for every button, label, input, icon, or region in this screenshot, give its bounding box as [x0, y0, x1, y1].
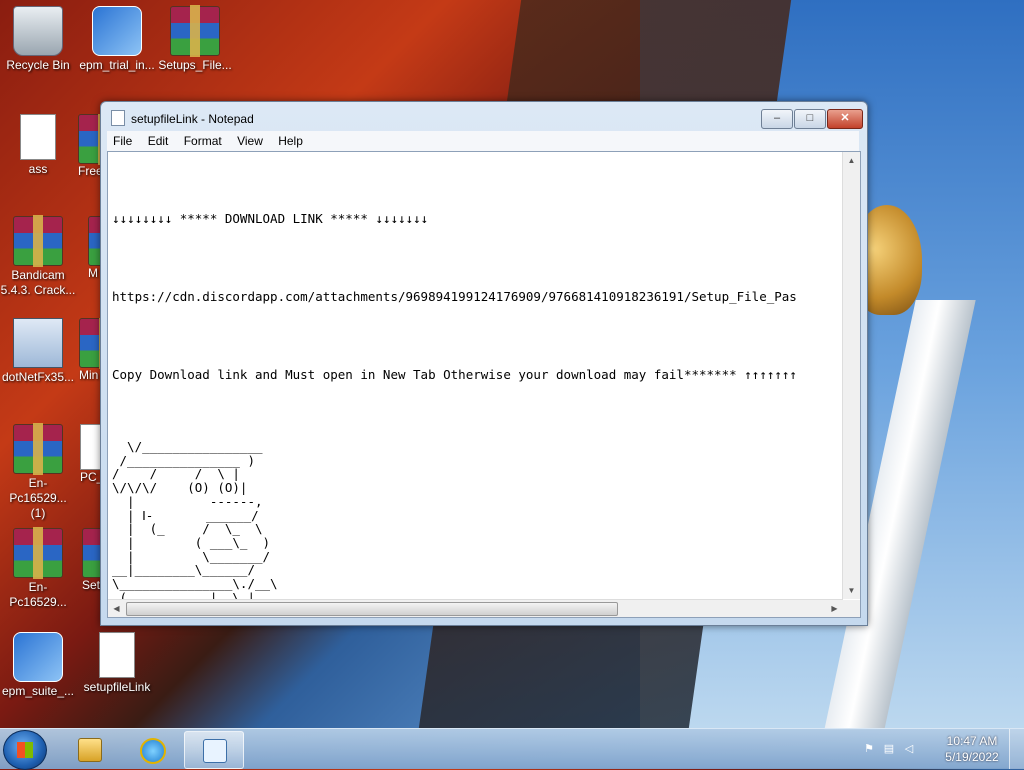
close-button[interactable]: ✕	[827, 109, 863, 129]
menu-format[interactable]: Format	[178, 131, 228, 151]
text-file-icon	[80, 424, 102, 470]
taskbar: ⚑ ▤ ◁ 10:47 AM 5/19/2022	[0, 728, 1024, 770]
volume-icon[interactable]: ◁	[902, 742, 916, 756]
installer-icon	[92, 6, 142, 56]
winrar-archive-icon	[13, 527, 63, 579]
desktop-icon-label: En-Pc16529... (1)	[9, 476, 67, 520]
system-tray: ⚑ ▤ ◁	[862, 741, 932, 757]
menu-file[interactable]: File	[107, 131, 138, 151]
desktop-icon-epm-suite[interactable]: epm_suite_...	[0, 632, 76, 699]
desktop-icon-label: Free	[78, 164, 102, 178]
desktop-icon-label: setupfileLink	[83, 680, 151, 694]
menu-view[interactable]: View	[231, 131, 269, 151]
folder-icon	[78, 738, 102, 762]
winrar-archive-icon	[13, 423, 63, 475]
desktop-icon-label: dotNetFx35...	[1, 370, 75, 384]
editor-line-download-header: ↓↓↓↓↓↓↓↓ ***** DOWNLOAD LINK ***** ↓↓↓↓↓…	[112, 211, 429, 226]
desktop-icon-en-pc-1[interactable]: En-Pc16529... (1)	[0, 423, 76, 521]
clock-time: 10:47 AM	[946, 734, 998, 748]
desktop-icon-free[interactable]: Free	[78, 114, 102, 179]
start-button[interactable]	[3, 730, 47, 770]
desktop-icon-label: Setups_File...	[158, 58, 232, 72]
menu-help[interactable]: Help	[272, 131, 309, 151]
horizontal-scroll-thumb[interactable]	[126, 602, 618, 616]
desktop-icon-label: ass	[28, 162, 48, 176]
scroll-up-icon[interactable]: ▲	[843, 152, 860, 169]
desktop-icon-recycle-bin[interactable]: Recycle Bin	[0, 6, 76, 73]
desktop-icon-bandicam[interactable]: Bandicam 5.4.3. Crack...	[0, 215, 76, 298]
desktop-icon-label: Bandicam 5.4.3. Crack...	[0, 268, 76, 297]
network-icon[interactable]: ▤	[882, 742, 896, 756]
desktop-icon-label: En-Pc16529...	[9, 580, 67, 609]
recycle-bin-icon	[13, 6, 63, 56]
clock-date: 5/19/2022	[945, 750, 999, 764]
desktop-icon-epm-trial[interactable]: epm_trial_in...	[79, 6, 155, 73]
desktop-icon-label: epm_trial_in...	[79, 58, 155, 72]
menu-bar: File Edit Format View Help	[107, 131, 859, 151]
desktop-icon-dotnetfx[interactable]: dotNetFx35...	[0, 318, 76, 385]
horizontal-scrollbar[interactable]: ◀ ▶	[108, 599, 843, 617]
taskbar-app-ie[interactable]	[122, 731, 180, 767]
desktop-icon-setupfilelink[interactable]: setupfileLink	[79, 632, 155, 695]
winrar-archive-icon	[170, 5, 220, 57]
windows-logo-icon	[17, 742, 33, 758]
taskbar-app-notepad[interactable]	[184, 731, 244, 769]
text-file-icon	[20, 114, 56, 160]
text-file-icon	[99, 632, 135, 678]
desktop-icon-label: epm_suite_...	[1, 684, 75, 698]
desktop-icon-pc[interactable]: PC_	[80, 424, 102, 485]
winrar-archive-icon	[82, 528, 102, 578]
desktop-icon-en-pc-2[interactable]: En-Pc16529...	[0, 527, 76, 610]
taskbar-app-explorer[interactable]	[60, 731, 118, 767]
dotnet-installer-icon	[13, 318, 63, 368]
editor-line-instructions: Copy Download link and Must open in New …	[112, 367, 797, 382]
show-desktop-button[interactable]	[1009, 729, 1024, 769]
installer-icon	[13, 632, 63, 682]
internet-explorer-icon	[140, 738, 166, 764]
winrar-archive-icon	[79, 318, 102, 369]
window-title: setupfileLink - Notepad	[131, 112, 254, 126]
desktop-icon-label: PC_	[80, 470, 102, 484]
desktop-icon-label: Set	[82, 578, 101, 592]
winrar-archive-icon	[13, 215, 63, 267]
text-editor[interactable]: ↓↓↓↓↓↓↓↓ ***** DOWNLOAD LINK ***** ↓↓↓↓↓…	[107, 151, 861, 618]
scroll-right-icon[interactable]: ▶	[826, 600, 843, 617]
editor-line-url: https://cdn.discordapp.com/attachments/9…	[112, 289, 797, 304]
desktop-icon-label: Recycle Bin	[6, 58, 70, 72]
scroll-left-icon[interactable]: ◀	[108, 600, 125, 617]
notepad-icon	[111, 110, 125, 126]
notepad-window[interactable]: setupfileLink - Notepad – □ ✕ File Edit …	[100, 101, 868, 626]
editor-content[interactable]: ↓↓↓↓↓↓↓↓ ***** DOWNLOAD LINK ***** ↓↓↓↓↓…	[112, 154, 840, 599]
flag-icon[interactable]: ⚑	[862, 742, 876, 756]
clock[interactable]: 10:47 AM 5/19/2022	[940, 733, 1004, 765]
title-bar[interactable]: setupfileLink - Notepad – □ ✕	[101, 102, 867, 132]
scroll-down-icon[interactable]: ▼	[843, 582, 860, 599]
desktop-icon-setups-file[interactable]: Setups_File...	[157, 5, 233, 73]
desktop-icon-min[interactable]: Min	[79, 318, 102, 383]
menu-edit[interactable]: Edit	[142, 131, 175, 151]
editor-ascii-art: \/________________ /_______________ ) / …	[112, 439, 278, 599]
resize-grip[interactable]	[843, 600, 860, 617]
desktop-icon-label: Min	[79, 368, 99, 382]
vertical-scrollbar[interactable]: ▲ ▼	[842, 152, 860, 599]
maximize-button[interactable]: □	[794, 109, 826, 129]
desktop-icon-set[interactable]: Set	[82, 528, 102, 593]
desktop-icon-ass[interactable]: ass	[0, 114, 76, 177]
minimize-button[interactable]: –	[761, 109, 793, 129]
notepad-icon	[203, 739, 227, 763]
winrar-archive-icon	[78, 114, 102, 165]
